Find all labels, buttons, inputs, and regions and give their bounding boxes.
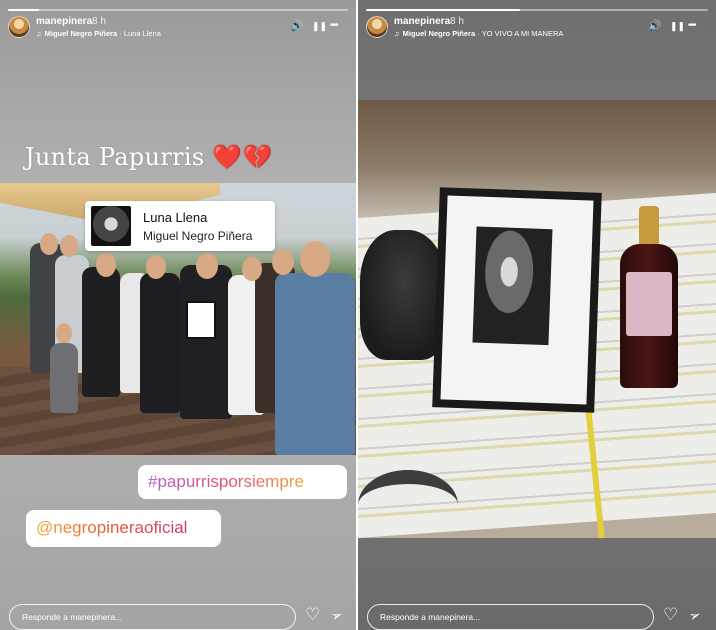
story-progress-bar	[8, 9, 348, 11]
face	[146, 255, 166, 279]
face	[60, 235, 78, 257]
heart-icon[interactable]: ♡	[305, 605, 320, 625]
bottle-neck	[639, 206, 659, 246]
post-time: 8 h	[92, 16, 106, 27]
face	[300, 241, 330, 277]
volume-icon[interactable]: 🔊	[290, 20, 304, 32]
person	[140, 273, 180, 413]
chair	[358, 470, 458, 538]
pause-icon[interactable]: ❚❚	[312, 20, 327, 32]
story-header: manepinera 8 h ♫ Miguel Negro Piñera · YO…	[366, 14, 708, 44]
framed-portrait	[432, 187, 602, 413]
heart-emoji: ❤️💔	[212, 143, 273, 171]
music-sticker-artist: Miguel Negro Piñera	[143, 229, 253, 243]
reply-input[interactable]: Responde a manepinera...	[9, 604, 296, 630]
story-header: manepinera 8 h ♫ Miguel Negro Piñera · Lu…	[8, 14, 348, 44]
held-photo-frame	[186, 301, 216, 339]
music-song: YO VIVO A MI MANERA	[481, 29, 564, 38]
post-time: 8 h	[450, 16, 464, 27]
reply-input[interactable]: Responde a manepinera...	[367, 604, 654, 630]
music-sticker-song: Luna Llena	[143, 210, 208, 225]
story-left[interactable]: manepinera 8 h ♫ Miguel Negro Piñera · Lu…	[0, 0, 356, 630]
music-attribution[interactable]: ♫ Miguel Negro Piñera · YO VIVO A MI MANE…	[394, 29, 563, 38]
mention-text: @negropineraoficial	[36, 518, 188, 537]
person	[180, 265, 232, 419]
mention-sticker[interactable]: @negropineraoficial	[26, 510, 221, 547]
person	[275, 273, 355, 455]
face	[40, 233, 58, 255]
hashtag-sticker[interactable]: #papurrisporsiempre	[138, 465, 347, 499]
face	[272, 249, 294, 275]
table-photo	[358, 100, 716, 538]
music-attribution[interactable]: ♫ Miguel Negro Piñera · Luna Llena	[36, 29, 161, 38]
pause-icon[interactable]: ❚❚	[670, 20, 685, 32]
volume-icon[interactable]: 🔊	[648, 20, 662, 32]
story-right[interactable]: manepinera 8 h ♫ Miguel Negro Piñera · YO…	[358, 0, 716, 630]
more-options-icon[interactable]: •••	[688, 20, 696, 32]
music-separator: ·	[119, 29, 122, 38]
story-progress-fill	[366, 9, 520, 11]
face	[196, 253, 218, 279]
portrait-photo	[472, 226, 553, 346]
hashtag-text: #papurrisporsiempre	[148, 472, 304, 491]
send-icon[interactable]: ➢	[328, 606, 345, 626]
music-artist: Miguel Negro Piñera	[44, 29, 118, 38]
music-artist: Miguel Negro Piñera	[402, 29, 476, 38]
person	[50, 343, 78, 413]
music-icon: ♫	[394, 29, 400, 38]
person	[82, 267, 120, 397]
username[interactable]: manepinera	[394, 16, 450, 27]
send-icon[interactable]: ➢	[686, 606, 703, 626]
music-song: Luna Llena	[123, 29, 161, 38]
story-text-overlay: Junta Papurris ❤️💔	[25, 143, 273, 171]
heart-icon[interactable]: ♡	[663, 605, 678, 625]
bottle-label	[626, 272, 672, 336]
story-progress-bar	[366, 9, 708, 11]
album-cover	[91, 206, 131, 246]
face	[96, 253, 116, 277]
reply-placeholder: Responde a manepinera...	[22, 612, 123, 622]
avatar[interactable]	[8, 16, 30, 38]
wine-bottle	[620, 206, 678, 388]
music-icon: ♫	[36, 29, 42, 38]
story-caption: Junta Papurris	[25, 143, 205, 171]
music-separator: ·	[477, 29, 480, 38]
face	[242, 257, 262, 281]
face	[56, 323, 72, 343]
username[interactable]: manepinera	[36, 16, 92, 27]
story-progress-fill	[8, 9, 39, 11]
more-options-icon[interactable]: •••	[330, 20, 338, 32]
reply-placeholder: Responde a manepinera...	[380, 612, 481, 622]
music-sticker[interactable]: Luna Llena Miguel Negro Piñera	[85, 201, 275, 251]
avatar[interactable]	[366, 16, 388, 38]
